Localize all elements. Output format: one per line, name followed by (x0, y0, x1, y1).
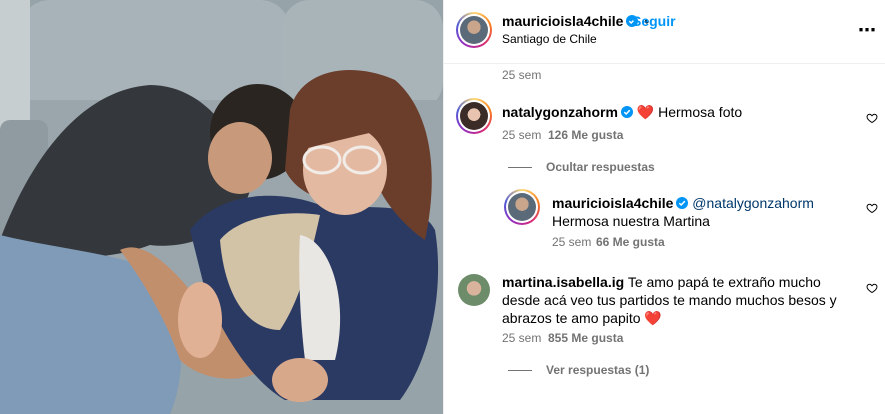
author-avatar[interactable] (456, 12, 492, 48)
comment-timestamp[interactable]: 25 sem (502, 331, 541, 345)
post-location[interactable]: Santiago de Chile (502, 32, 597, 46)
comment-timestamp[interactable]: 25 sem (502, 128, 541, 142)
verified-badge-icon (620, 106, 633, 118)
hide-replies-toggle[interactable]: Ocultar respuestas (508, 160, 655, 174)
like-comment-heart-icon[interactable] (866, 282, 878, 294)
reply-mention-link[interactable]: @natalygonzahorm (692, 195, 814, 211)
reply-likes[interactable]: 66 Me gusta (596, 235, 665, 249)
like-reply-heart-icon[interactable] (866, 202, 878, 214)
view-replies-label[interactable]: Ver respuestas (1) (546, 363, 649, 377)
more-options-icon[interactable]: ⋯ (858, 20, 877, 41)
post-photo[interactable] (0, 0, 443, 414)
heart-emoji-icon: ❤️ (636, 104, 655, 120)
post-side-panel: mauricioisla4chile • Seguir Santiago de C… (443, 0, 885, 414)
reply-avatar[interactable] (504, 189, 540, 225)
author-username-text[interactable]: mauricioisla4chile (502, 13, 623, 29)
reply-timestamp[interactable]: 25 sem (552, 235, 591, 249)
post-header: mauricioisla4chile • Seguir Santiago de C… (444, 0, 885, 64)
comment-likes[interactable]: 126 Me gusta (548, 128, 623, 142)
view-replies-toggle[interactable]: Ver respuestas (1) (508, 363, 649, 377)
comment-likes[interactable]: 855 Me gusta (548, 331, 623, 345)
reply-body: Hermosa nuestra Martina (552, 213, 710, 229)
reply-text: mauricioisla4chile @natalygonzahorm Herm… (552, 194, 852, 230)
post-photo-image (0, 0, 443, 414)
hide-replies-label[interactable]: Ocultar respuestas (546, 160, 655, 174)
like-comment-heart-icon[interactable] (866, 112, 878, 124)
caption-timestamp[interactable]: 25 sem (502, 68, 541, 82)
commenter-avatar[interactable] (456, 98, 492, 134)
thread-line (508, 369, 532, 371)
comment-username[interactable]: martina.isabella.ig (502, 274, 624, 290)
comment-text: natalygonzahorm ❤️ Hermosa foto (502, 103, 842, 121)
comment-username[interactable]: natalygonzahorm (502, 104, 618, 120)
thread-line (508, 166, 532, 168)
commenter-avatar[interactable] (458, 274, 490, 306)
comment-body: Hermosa foto (658, 104, 743, 120)
heart-emoji-icon: ❤️ (644, 310, 662, 326)
follow-button[interactable]: Seguir (632, 13, 676, 29)
verified-badge-icon (676, 197, 689, 209)
reply-username[interactable]: mauricioisla4chile (552, 195, 673, 211)
comment-text: martina.isabella.ig Te amo papá te extra… (502, 273, 852, 327)
